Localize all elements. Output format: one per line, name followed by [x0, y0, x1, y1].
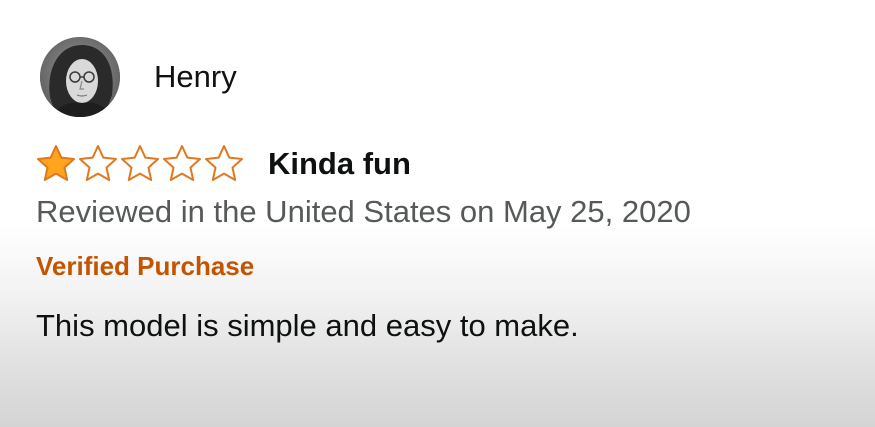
- review-date: Reviewed in the United States on May 25,…: [36, 194, 691, 229]
- verified-purchase-badge[interactable]: Verified Purchase: [36, 253, 254, 279]
- reviewer-name[interactable]: Henry: [154, 61, 237, 94]
- star-filled-icon: [37, 145, 75, 181]
- reviewer-profile[interactable]: Henry: [40, 37, 237, 117]
- review-body: This model is simple and easy to make.: [36, 308, 579, 343]
- review-title[interactable]: Kinda fun: [268, 148, 411, 179]
- star-empty-icon: [79, 145, 117, 181]
- star-empty-icon: [121, 145, 159, 181]
- star-empty-icon: [205, 145, 243, 181]
- star-empty-icon: [163, 145, 201, 181]
- review-card: Henry Kinda fun Reviewed in the United S…: [0, 0, 875, 427]
- star-rating[interactable]: [36, 144, 246, 182]
- reviewer-avatar[interactable]: [40, 37, 120, 117]
- review-header: Kinda fun: [36, 143, 411, 183]
